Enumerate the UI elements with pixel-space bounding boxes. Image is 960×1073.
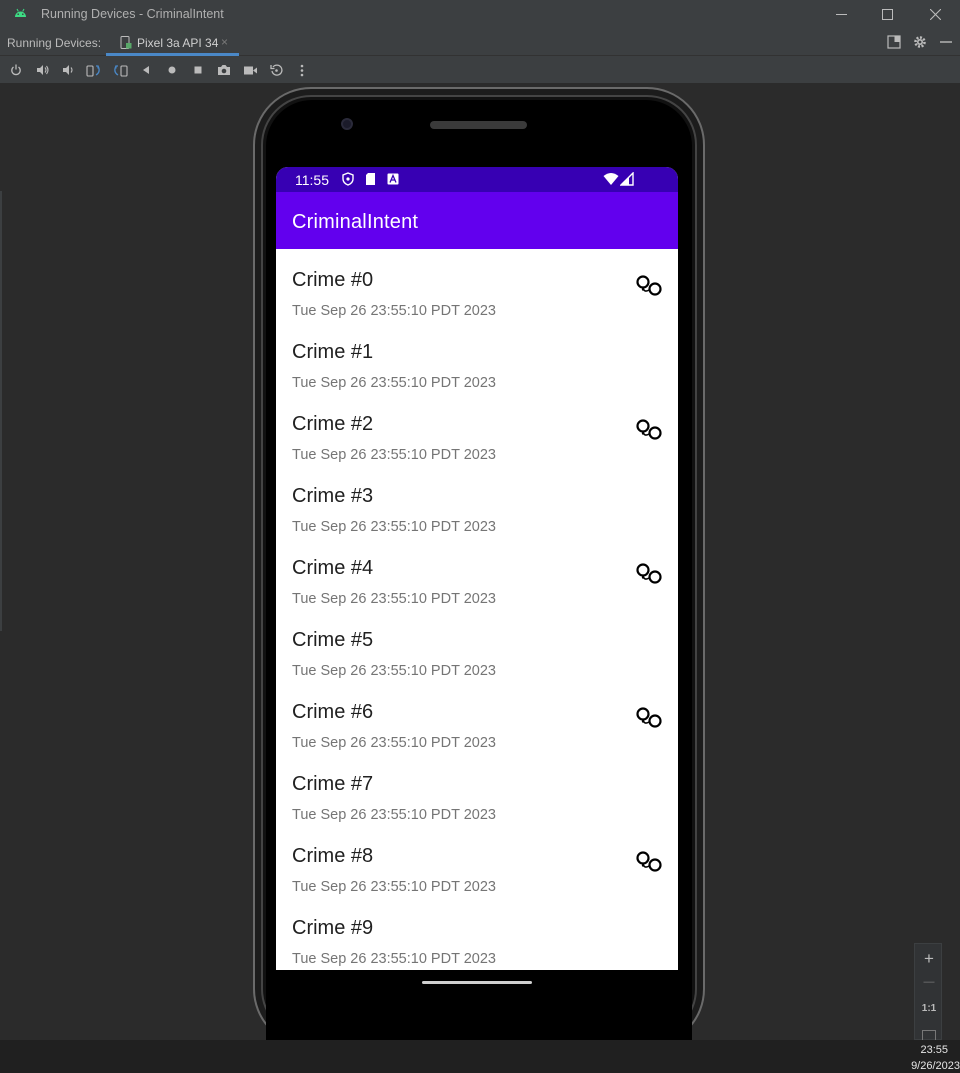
volume-down-icon[interactable]: [60, 62, 76, 78]
crime-date: Tue Sep 26 23:55:10 PDT 2023: [292, 879, 496, 895]
device-toolbar: [0, 56, 960, 84]
overview-icon[interactable]: [190, 62, 206, 78]
back-icon[interactable]: [138, 62, 154, 78]
window-title: Running Devices - CriminalIntent: [41, 7, 224, 21]
tab-label: Pixel 3a API 34: [137, 36, 219, 50]
crime-list-item[interactable]: Crime #3 Tue Sep 26 23:55:10 PDT 2023: [276, 465, 678, 537]
layout-icon[interactable]: [887, 35, 901, 49]
screen-record-icon[interactable]: [242, 62, 258, 78]
crime-list-item[interactable]: Crime #0 Tue Sep 26 23:55:10 PDT 2023: [276, 249, 678, 321]
handcuffs-icon: [636, 851, 662, 872]
crime-date: Tue Sep 26 23:55:10 PDT 2023: [292, 951, 496, 967]
earpiece-speaker: [430, 121, 527, 129]
android-icon: [15, 8, 26, 17]
crime-title: Crime #7: [292, 773, 374, 795]
wifi-icon: [603, 173, 619, 185]
tab-close-icon[interactable]: ×: [221, 35, 228, 49]
crime-title: Crime #1: [292, 341, 374, 363]
maximize-button[interactable]: [864, 0, 910, 29]
close-window-button[interactable]: [912, 0, 958, 29]
crime-title: Crime #4: [292, 557, 374, 579]
taskbar-clock[interactable]: 23:55: [920, 1044, 948, 1056]
crime-list-item[interactable]: Crime #5 Tue Sep 26 23:55:10 PDT 2023: [276, 609, 678, 681]
crime-date: Tue Sep 26 23:55:10 PDT 2023: [292, 735, 496, 751]
device-icon: [120, 36, 132, 49]
volume-up-icon[interactable]: [34, 62, 50, 78]
crime-title: Crime #6: [292, 701, 374, 723]
crime-list-item[interactable]: Crime #9 Tue Sep 26 23:55:10 PDT 2023: [276, 897, 678, 969]
zoom-in-button[interactable]: +: [915, 949, 943, 969]
hide-panel-icon[interactable]: [939, 35, 953, 49]
power-icon[interactable]: [8, 62, 24, 78]
crime-list-item[interactable]: Crime #1 Tue Sep 26 23:55:10 PDT 2023: [276, 321, 678, 393]
status-bar: 11:55: [276, 167, 678, 192]
crime-list-item[interactable]: Crime #2 Tue Sep 26 23:55:10 PDT 2023: [276, 393, 678, 465]
status-time: 11:55: [295, 172, 329, 188]
fit-screen-icon[interactable]: [922, 1030, 936, 1040]
crime-date: Tue Sep 26 23:55:10 PDT 2023: [292, 303, 496, 319]
rotate-left-icon[interactable]: [86, 62, 102, 78]
home-icon[interactable]: [164, 62, 180, 78]
front-camera-icon: [341, 118, 353, 130]
panel-edge: [0, 191, 2, 631]
rotate-right-icon[interactable]: [112, 62, 128, 78]
shield-icon: [342, 172, 354, 186]
handcuffs-icon: [636, 563, 662, 584]
crime-list-item[interactable]: Crime #8 Tue Sep 26 23:55:10 PDT 2023: [276, 825, 678, 897]
app-bar: CriminalIntent: [276, 192, 678, 249]
minimize-button[interactable]: [818, 0, 864, 29]
actual-size-button[interactable]: 1:1: [915, 1003, 943, 1014]
crime-date: Tue Sep 26 23:55:10 PDT 2023: [292, 375, 496, 391]
crime-date: Tue Sep 26 23:55:10 PDT 2023: [292, 519, 496, 535]
crime-title: Crime #2: [292, 413, 374, 435]
reset-icon[interactable]: [268, 62, 284, 78]
crime-list-item[interactable]: Crime #6 Tue Sep 26 23:55:10 PDT 2023: [276, 681, 678, 753]
screenshot-icon[interactable]: [216, 62, 232, 78]
zoom-out-button[interactable]: —: [915, 976, 943, 988]
crime-title: Crime #5: [292, 629, 374, 651]
crime-title: Crime #8: [292, 845, 374, 867]
zoom-controls: + — 1:1: [914, 943, 942, 1040]
crime-list-item[interactable]: Crime #4 Tue Sep 26 23:55:10 PDT 2023: [276, 537, 678, 609]
gear-icon[interactable]: [913, 35, 927, 49]
crime-date: Tue Sep 26 23:55:10 PDT 2023: [292, 447, 496, 463]
crime-list-item[interactable]: Crime #7 Tue Sep 26 23:55:10 PDT 2023: [276, 753, 678, 825]
crime-date: Tue Sep 26 23:55:10 PDT 2023: [292, 591, 496, 607]
gesture-nav-bar: [276, 970, 678, 1040]
crime-date: Tue Sep 26 23:55:10 PDT 2023: [292, 663, 496, 679]
crime-list[interactable]: Crime #0 Tue Sep 26 23:55:10 PDT 2023 Cr…: [276, 249, 678, 969]
handcuffs-icon: [636, 419, 662, 440]
keyboard-a-icon: [387, 173, 399, 185]
os-taskbar: 23:55 9/26/2023: [0, 1040, 960, 1073]
device-screen[interactable]: 11:55 CriminalIntent Crime #0 Tue Sep 26…: [276, 167, 678, 970]
crime-title: Crime #9: [292, 917, 374, 939]
more-options-icon[interactable]: [294, 62, 310, 78]
window-title-bar: Running Devices - CriminalIntent: [0, 0, 960, 29]
sd-card-icon: [366, 173, 375, 185]
handcuffs-icon: [636, 275, 662, 296]
taskbar-date[interactable]: 9/26/2023: [911, 1060, 960, 1072]
cell-signal-icon: [620, 172, 634, 186]
running-devices-label: Running Devices:: [7, 36, 102, 50]
running-devices-tabbar: Running Devices: Pixel 3a API 34 ×: [0, 29, 960, 56]
app-title: CriminalIntent: [292, 211, 419, 233]
tab-pixel-3a[interactable]: Pixel 3a API 34 ×: [106, 29, 239, 56]
crime-title: Crime #3: [292, 485, 374, 507]
crime-title: Crime #0: [292, 269, 374, 291]
crime-date: Tue Sep 26 23:55:10 PDT 2023: [292, 807, 496, 823]
handcuffs-icon: [636, 707, 662, 728]
home-gesture-handle[interactable]: [422, 981, 532, 984]
